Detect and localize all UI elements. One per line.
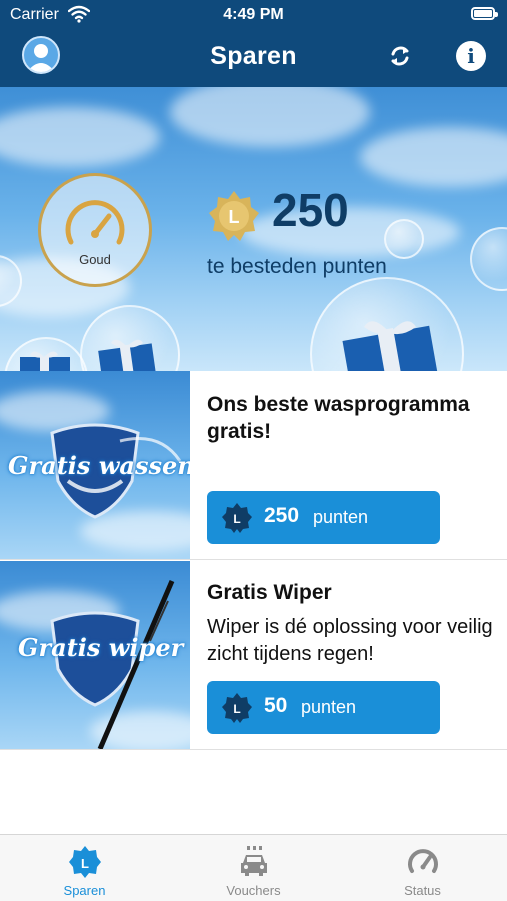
points-label: te besteden punten xyxy=(207,255,387,278)
gift-icon xyxy=(342,321,438,371)
clock: 4:49 PM xyxy=(223,6,284,23)
gauge-icon xyxy=(408,849,438,873)
reward-cost: 50 xyxy=(264,694,288,717)
reward-title: Ons beste wasprogramma gratis! xyxy=(207,393,470,443)
refresh-icon[interactable] xyxy=(386,42,414,70)
points-balance: 250 xyxy=(272,184,349,236)
tab-label: Sparen xyxy=(63,883,106,898)
reward-card[interactable]: Gratis wiper Gratis Wiper Wiper is dé op… xyxy=(0,561,507,750)
loyalty-badge-icon: L xyxy=(69,846,101,878)
info-icon[interactable]: i xyxy=(456,41,486,71)
svg-text:L: L xyxy=(233,702,240,716)
gift-icon xyxy=(98,339,156,371)
svg-text:L: L xyxy=(233,512,240,526)
loyalty-badge-icon: L xyxy=(222,693,252,723)
tab-sparen[interactable]: L Sparen xyxy=(0,835,169,901)
gauge-icon xyxy=(65,200,125,245)
tab-bar: L Sparen Vouchers Status xyxy=(0,834,507,901)
reward-image-text: Gratis wiper xyxy=(18,633,184,662)
level-badge: Goud xyxy=(38,173,152,287)
reward-cost-unit: punten xyxy=(313,507,369,527)
page-title: Sparen xyxy=(210,42,297,70)
reward-card[interactable]: Gratis wassen Ons beste wasprogramma gra… xyxy=(0,371,507,560)
gift-icon xyxy=(20,351,70,371)
reward-cost-unit: punten xyxy=(301,697,357,717)
nav-bar: Sparen i xyxy=(0,30,507,87)
points-hero: Goud L 250 te besteden punten xyxy=(0,87,507,371)
redeem-button[interactable]: L 250 punten xyxy=(207,491,440,544)
battery-icon xyxy=(471,7,498,20)
tab-label: Vouchers xyxy=(226,883,281,898)
car-wash-icon xyxy=(241,846,267,876)
status-bar: Carrier 4:49 PM xyxy=(0,0,507,30)
reward-image: Gratis wiper xyxy=(0,561,190,749)
tab-status[interactable]: Status xyxy=(338,835,507,901)
svg-text:L: L xyxy=(81,856,89,871)
tab-label: Status xyxy=(404,883,441,898)
redeem-button[interactable]: L 50 punten xyxy=(207,681,440,734)
loyalty-badge-icon: L xyxy=(209,191,259,241)
reward-title: Gratis Wiper xyxy=(207,581,332,604)
tab-vouchers[interactable]: Vouchers xyxy=(169,835,338,901)
loyalty-badge-icon: L xyxy=(222,503,252,533)
reward-image-text: Gratis wassen xyxy=(8,451,190,480)
reward-cost: 250 xyxy=(264,504,300,527)
badge-letter: L xyxy=(229,207,240,227)
reward-description: Wiper is dé oplossing voor veilig zicht … xyxy=(207,616,493,665)
reward-image: Gratis wassen xyxy=(0,371,190,559)
level-label: Goud xyxy=(79,252,111,267)
